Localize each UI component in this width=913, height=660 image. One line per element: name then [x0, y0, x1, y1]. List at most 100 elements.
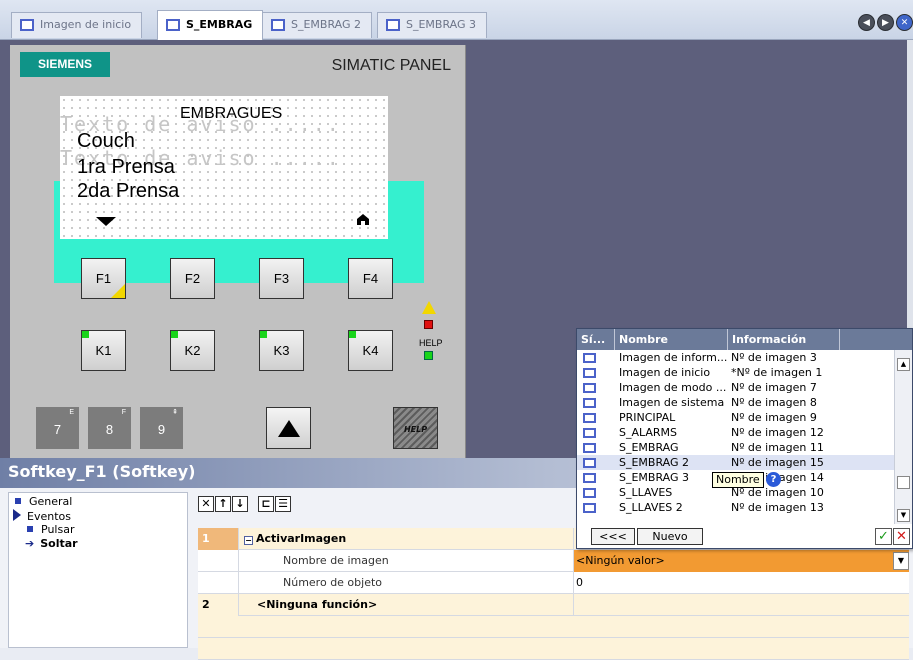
tab-next-icon[interactable]: ▶ [877, 14, 894, 31]
tab-s-embrag[interactable]: S_EMBRAG [157, 10, 264, 40]
chevron-down-icon[interactable]: ▼ [897, 509, 910, 522]
function-number: 2 [198, 594, 239, 616]
softkey-label: K1 [95, 343, 112, 358]
screen-tab-bar: Imagen de inicio S_EMBRAG S_EMBRAG 2 S_E… [0, 0, 913, 40]
screen-name: Imagen de inicio [619, 366, 711, 379]
tab-label: S_EMBRAG 3 [406, 18, 477, 31]
lcd-display[interactable]: Texto de aviso ..... Texto de aviso ....… [60, 96, 388, 239]
screen-info: *Nº de imagen 1 [731, 366, 823, 379]
confirm-check-icon[interactable]: ✓ [875, 528, 892, 545]
softkey-f1[interactable]: F1 [81, 258, 126, 299]
screen-icon [166, 19, 180, 31]
softkey-label: K4 [362, 343, 379, 358]
collapse-icon[interactable]: ⊏ [258, 496, 274, 512]
screen-info: Nº de imagen 12 [731, 426, 824, 439]
key-shift-label: F [121, 409, 126, 416]
softkey-f2[interactable]: F2 [170, 258, 215, 299]
scroll-down-icon[interactable] [96, 217, 116, 226]
parameter-name: Número de objeto [239, 572, 574, 594]
lcd-line-couch[interactable]: Couch [77, 130, 135, 153]
picker-row[interactable]: Imagen de modo ... Nº de imagen 7 [577, 380, 912, 395]
screen-name: S_LLAVES 2 [619, 501, 683, 514]
picker-header: Sí... Nombre Información [577, 329, 912, 350]
screen-icon [583, 503, 596, 513]
picker-scrollbar[interactable]: ▲ ▼ [894, 350, 912, 524]
expand-all-icon[interactable]: ☰ [275, 496, 291, 512]
tab-imagen-de-inicio[interactable]: Imagen de inicio [11, 12, 143, 38]
help-key[interactable]: HELP [393, 407, 438, 449]
softkey-label: F1 [95, 271, 112, 286]
arrow-up-icon [278, 420, 300, 437]
tab-label: Imagen de inicio [40, 18, 132, 31]
picker-row[interactable]: S_ALARMS Nº de imagen 12 [577, 425, 912, 440]
tree-item-label: General [29, 495, 73, 508]
column-header-name[interactable]: Nombre [615, 329, 728, 350]
softkey-k1[interactable]: K1 [81, 330, 126, 371]
tab-label: S_EMBRAG [186, 18, 253, 31]
tree-item-soltar[interactable]: ➔ Soltar [9, 537, 187, 551]
chevron-up-icon[interactable]: ▲ [897, 358, 910, 371]
picker-row[interactable]: Imagen de inform... Nº de imagen 3 [577, 350, 912, 365]
column-header-info[interactable]: Información [728, 329, 840, 350]
back-button[interactable]: <<< [591, 528, 635, 545]
numeric-key-7[interactable]: E 7 [36, 407, 79, 449]
object-number-field[interactable]: 0 [574, 572, 909, 594]
tab-s-embrag-3[interactable]: S_EMBRAG 3 [377, 12, 488, 38]
picker-row[interactable]: S_LLAVES 2 Nº de imagen 13 [577, 500, 912, 515]
softkey-label: F2 [184, 271, 201, 286]
tab-prev-icon[interactable]: ◀ [858, 14, 875, 31]
lcd-line-1ra-prensa[interactable]: 1ra Prensa [77, 156, 175, 179]
home-icon[interactable] [356, 213, 370, 225]
screen-info: Nº de imagen 13 [731, 501, 824, 514]
lcd-line-2da-prensa[interactable]: 2da Prensa [77, 180, 179, 203]
tree-item-general[interactable]: General [9, 495, 187, 509]
led-indicator [171, 331, 178, 338]
softkey-k2[interactable]: K2 [170, 330, 215, 371]
move-up-icon[interactable]: ↑ [215, 496, 231, 512]
siemens-logo: SIEMENS [20, 52, 110, 77]
picker-row[interactable]: Imagen de inicio *Nº de imagen 1 [577, 365, 912, 380]
tree-item-pulsar[interactable]: Pulsar [9, 523, 187, 537]
picker-row[interactable]: S_EMBRAG Nº de imagen 11 [577, 440, 912, 455]
softkey-k3[interactable]: K3 [259, 330, 304, 371]
move-down-icon[interactable]: ↓ [232, 496, 248, 512]
screen-icon [386, 19, 400, 31]
parameter-row[interactable]: Nombre de imagen <Ningún valor> ▼ [198, 550, 909, 572]
screen-info: Nº de imagen 8 [731, 396, 817, 409]
help-led-label: HELP [419, 338, 443, 348]
picker-row[interactable]: PRINCIPAL Nº de imagen 9 [577, 410, 912, 425]
screen-icon [271, 19, 285, 31]
cursor-up-key[interactable] [266, 407, 311, 449]
picker-row[interactable]: S_EMBRAG 2 Nº de imagen 15 [577, 455, 912, 470]
picker-row[interactable]: Imagen de sistema Nº de imagen 8 [577, 395, 912, 410]
softkey-label: F4 [362, 271, 379, 286]
selected-marker-icon [111, 284, 125, 298]
tab-s-embrag-2[interactable]: S_EMBRAG 2 [262, 12, 373, 38]
parameter-row[interactable]: Número de objeto 0 [198, 572, 909, 594]
key-shift-label: ⇞ [172, 409, 178, 416]
delete-function-icon[interactable]: ✕ [198, 496, 214, 512]
led-indicator [82, 331, 89, 338]
function-row[interactable]: 2 <Ninguna función> [198, 594, 909, 616]
cancel-x-icon[interactable]: ✕ [893, 528, 910, 545]
lcd-title[interactable]: EMBRAGUES [180, 105, 282, 123]
screen-icon [583, 413, 596, 423]
screen-name-combobox[interactable]: <Ningún valor> ▼ [574, 550, 909, 572]
chevron-down-icon[interactable]: ▼ [893, 552, 909, 570]
new-screen-button[interactable]: Nuevo [637, 528, 703, 545]
tree-item-eventos[interactable]: Eventos [9, 509, 187, 523]
screen-icon [583, 428, 596, 438]
key-shift-label: E [69, 409, 74, 416]
softkey-k4[interactable]: K4 [348, 330, 393, 371]
softkey-f4[interactable]: F4 [348, 258, 393, 299]
softkey-f3[interactable]: F3 [259, 258, 304, 299]
column-header-symbol[interactable]: Sí... [577, 329, 615, 350]
numeric-key-9[interactable]: ⇞ 9 [140, 407, 183, 449]
collapse-icon[interactable]: − [244, 536, 253, 545]
scroll-thumb[interactable] [897, 476, 910, 489]
screen-name: Imagen de inform... [619, 351, 728, 364]
screen-icon [583, 488, 596, 498]
led-indicator [349, 331, 356, 338]
numeric-key-8[interactable]: F 8 [88, 407, 131, 449]
close-icon[interactable]: ✕ [896, 14, 913, 31]
